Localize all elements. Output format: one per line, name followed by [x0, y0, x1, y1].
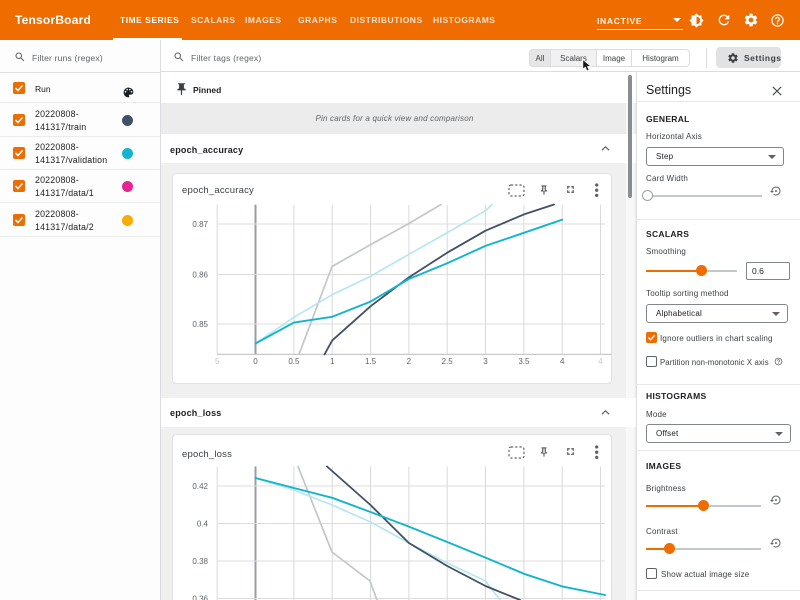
svg-text:0.87: 0.87: [192, 220, 208, 229]
svg-text:1: 1: [330, 357, 335, 366]
svg-text:3: 3: [483, 357, 488, 366]
svg-text:0.36: 0.36: [192, 595, 208, 600]
svg-text:4: 4: [560, 357, 565, 366]
svg-text:0.85: 0.85: [192, 320, 208, 329]
svg-text:3.5: 3.5: [518, 357, 530, 366]
svg-text:5: 5: [215, 357, 220, 366]
svg-text:0.5: 0.5: [288, 357, 300, 366]
svg-text:0.86: 0.86: [192, 271, 208, 280]
svg-text:0: 0: [253, 357, 258, 366]
svg-text:2.5: 2.5: [442, 357, 454, 366]
svg-text:1.5: 1.5: [365, 357, 377, 366]
svg-text:2: 2: [407, 357, 412, 366]
svg-text:0.38: 0.38: [192, 557, 208, 566]
svg-text:4: 4: [598, 357, 603, 366]
svg-text:0.42: 0.42: [192, 482, 208, 491]
svg-text:0.4: 0.4: [197, 520, 209, 529]
